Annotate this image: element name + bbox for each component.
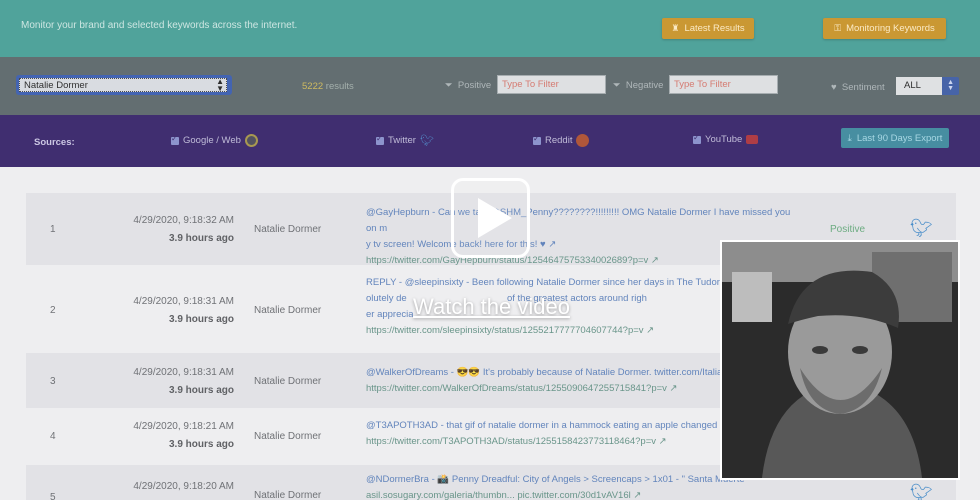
watch-video-link[interactable]: Watch the video: [404, 294, 579, 320]
play-icon: [478, 198, 512, 238]
presenter-portrait: [722, 242, 958, 478]
presenter-photo: [720, 240, 960, 480]
play-button[interactable]: [451, 178, 530, 258]
